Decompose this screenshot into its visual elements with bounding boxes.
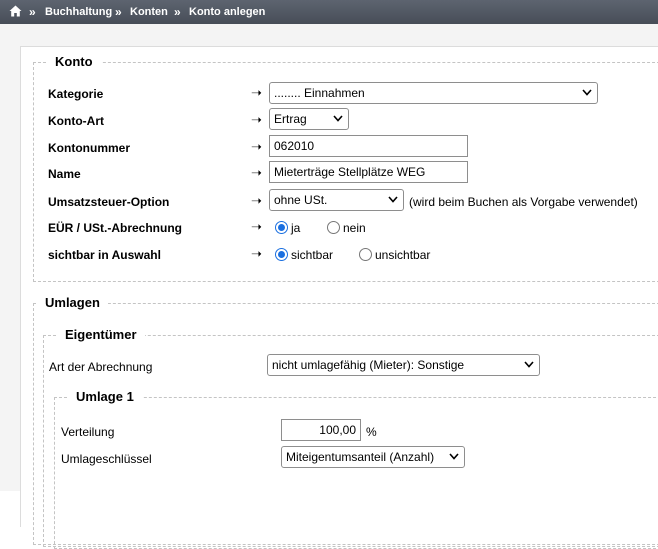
eigentuemer-legend: Eigentümer xyxy=(57,327,145,342)
art-der-abrechnung-select[interactable]: nicht umlagefähig (Mieter): Sonstige xyxy=(267,354,540,376)
kategorie-value: ........ Einnahmen xyxy=(274,86,365,100)
eur-nein-radio[interactable] xyxy=(327,221,340,234)
breadcrumb-item-buchhaltung[interactable]: Buchhaltung xyxy=(45,6,112,18)
kategorie-label: Kategorie xyxy=(48,87,104,101)
umsatzsteuer-value: ohne USt. xyxy=(274,193,328,207)
unsichtbar-option-label[interactable]: unsichtbar xyxy=(375,248,430,262)
umlage1-legend: Umlage 1 xyxy=(68,389,142,404)
kontonummer-label: Kontonummer xyxy=(48,141,130,155)
eur-nein-label[interactable]: nein xyxy=(343,221,366,235)
arrow-icon: ➝ xyxy=(251,139,262,154)
konto-art-label: Konto-Art xyxy=(48,114,104,128)
umsatzsteuer-select[interactable]: ohne USt. xyxy=(269,189,404,211)
eur-label: EÜR / USt.-Abrechnung xyxy=(48,221,182,235)
eur-ja-radio[interactable] xyxy=(275,221,288,234)
arrow-icon: ➝ xyxy=(251,165,262,180)
chevron-down-icon xyxy=(582,89,592,96)
umsatzsteuer-hint: (wird beim Buchen als Vorgabe verwendet) xyxy=(409,195,638,209)
breadcrumb-separator: » xyxy=(174,5,181,19)
umlageschluessel-label: Umlageschlüssel xyxy=(61,452,152,466)
unsichtbar-radio[interactable] xyxy=(359,248,372,261)
sichtbar-radio[interactable] xyxy=(275,248,288,261)
sichtbar-label: sichtbar in Auswahl xyxy=(48,248,161,262)
chevron-down-icon xyxy=(524,361,534,368)
umsatzsteuer-label: Umsatzsteuer-Option xyxy=(48,195,170,209)
chevron-down-icon xyxy=(449,453,459,460)
verteilung-input[interactable]: 100,00 xyxy=(281,419,361,441)
breadcrumb-bar: » Buchhaltung » Konten » Konto anlegen xyxy=(0,0,658,24)
percent-unit: % xyxy=(366,425,377,439)
breadcrumb-separator: » xyxy=(29,5,36,19)
content-area: Konto Kategorie ➝ ........ Einnahmen Kon… xyxy=(0,24,658,549)
form-panel: Konto Kategorie ➝ ........ Einnahmen Kon… xyxy=(20,46,658,549)
arrow-icon: ➝ xyxy=(251,246,262,261)
arrow-icon: ➝ xyxy=(251,193,262,208)
breadcrumb-item-konto-anlegen: Konto anlegen xyxy=(189,6,266,18)
breadcrumb-separator: » xyxy=(115,5,122,19)
breadcrumb-item-konten[interactable]: Konten xyxy=(130,6,168,18)
umlageschluessel-value: Miteigentumsanteil (Anzahl) xyxy=(286,450,435,464)
verteilung-label: Verteilung xyxy=(61,425,115,439)
arrow-icon: ➝ xyxy=(251,219,262,234)
name-label: Name xyxy=(48,167,81,181)
arrow-icon: ➝ xyxy=(251,85,262,100)
kategorie-select[interactable]: ........ Einnahmen xyxy=(269,82,598,104)
konto-legend: Konto xyxy=(47,54,101,69)
konto-art-value: Ertrag xyxy=(274,112,307,126)
umlagen-legend: Umlagen xyxy=(37,295,108,310)
art-der-abrechnung-label: Art der Abrechnung xyxy=(49,360,153,374)
arrow-icon: ➝ xyxy=(251,112,262,127)
home-icon[interactable] xyxy=(9,5,22,17)
name-input[interactable]: Mieterträge Stellplätze WEG xyxy=(269,161,468,183)
eur-ja-label[interactable]: ja xyxy=(291,221,300,235)
art-der-abrechnung-value: nicht umlagefähig (Mieter): Sonstige xyxy=(272,358,465,372)
sichtbar-option-label[interactable]: sichtbar xyxy=(291,248,333,262)
kontonummer-input[interactable]: 062010 xyxy=(269,135,468,157)
chevron-down-icon xyxy=(388,196,398,203)
umlageschluessel-select[interactable]: Miteigentumsanteil (Anzahl) xyxy=(281,446,465,468)
konto-art-select[interactable]: Ertrag xyxy=(269,108,349,130)
chevron-down-icon xyxy=(333,115,343,122)
